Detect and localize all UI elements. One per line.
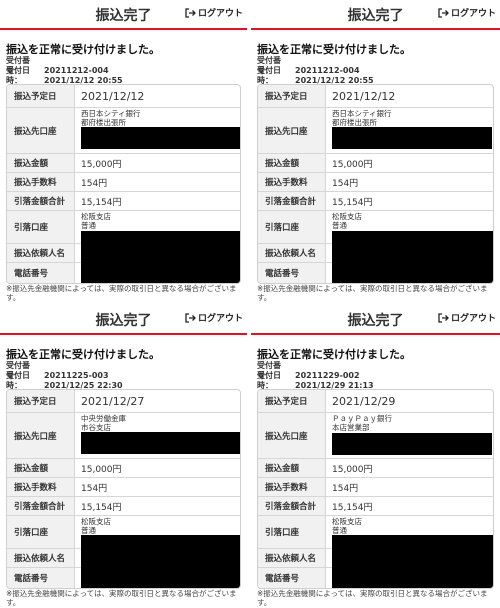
redacted-block xyxy=(332,127,492,149)
table-row: 振込先口座 西日本シティ銀行 都府楼出張所 xyxy=(7,108,240,154)
redacted-block xyxy=(332,231,493,283)
transfer-complete-screen-2: 振込完了 ログアウト 振込を正常に受け付けました。 受付番号： 20211212-… xyxy=(251,0,500,304)
table-row: 振込手数料 154円 xyxy=(7,173,240,192)
success-message: 振込を正常に受け付けました。 xyxy=(257,348,411,361)
success-message: 振込を正常に受け付けました。 xyxy=(257,43,411,56)
transfer-details-table: 振込予定日 2021/12/12 振込先口座 西日本シティ銀行 都府楼出張所 振込金額… xyxy=(6,84,241,284)
table-row: 振込先口座 中央労働金庫 市谷支店 xyxy=(7,413,240,459)
table-row: 振込予定日 2021/12/29 xyxy=(258,390,493,413)
logout-icon xyxy=(185,312,196,323)
transfer-complete-screen-1: 振込完了 ログアウト 振込を正常に受け付けました。 受付番号： 20211212-… xyxy=(0,0,247,304)
receipt-datetime: 受付日時： 2021/12/12 20:55 xyxy=(6,66,123,85)
table-row: 振込金額 15,000円 xyxy=(7,154,240,173)
logout-button[interactable]: ログアウト xyxy=(185,311,243,324)
logout-button[interactable]: ログアウト xyxy=(438,6,496,19)
footnote: ※振込先金融機関によっては、実際の取引日と異なる場合がございます。 xyxy=(6,284,237,302)
redacted-block xyxy=(332,433,492,455)
logout-icon xyxy=(438,312,449,323)
logout-icon xyxy=(185,7,196,18)
header-bar: 振込完了 ログアウト xyxy=(251,0,500,30)
table-row: 引落金額合計 15,154円 xyxy=(258,497,493,516)
redacted-block xyxy=(81,535,240,588)
table-row: 振込予定日 2021/12/12 xyxy=(7,85,240,108)
table-row: 振込手数料 154円 xyxy=(258,173,493,192)
receipt-datetime: 受付日時： 2021/12/12 20:55 xyxy=(257,66,374,85)
table-row: 振込先口座 ＰａｙＰａｙ銀行 本店営業部 xyxy=(258,413,493,459)
logout-button[interactable]: ログアウト xyxy=(438,311,496,324)
header-bar: 振込完了 ログアウト xyxy=(0,305,247,335)
table-row: 引落金額合計 15,154円 xyxy=(7,192,240,211)
table-row: 引落金額合計 15,154円 xyxy=(258,192,493,211)
logout-label: ログアウト xyxy=(450,9,496,19)
footnote: ※振込先金融機関によっては、実際の取引日と異なる場合がございます。 xyxy=(257,284,488,302)
table-row: 振込金額 15,000円 xyxy=(258,154,493,173)
transfer-complete-screen-3: 振込完了 ログアウト 振込を正常に受け付けました。 受付番号： 20211225-… xyxy=(0,305,247,608)
redacted-block xyxy=(332,535,493,588)
transfer-details-table: 振込予定日 2021/12/12 振込先口座 西日本シティ銀行 都府楼出張所 振込金額… xyxy=(257,84,494,284)
receipt-datetime: 受付日時： 2021/12/25 22:30 xyxy=(6,371,123,390)
redacted-block xyxy=(81,231,240,283)
transfer-complete-screen-4: 振込完了 ログアウト 振込を正常に受け付けました。 受付番号： 20211229-… xyxy=(251,305,500,608)
footnote: ※振込先金融機関によっては、実際の取引日と異なる場合がございます。 xyxy=(6,589,237,607)
redacted-block xyxy=(81,432,240,454)
logout-button[interactable]: ログアウト xyxy=(185,6,243,19)
table-row: 振込手数料 154円 xyxy=(7,478,240,497)
logout-label: ログアウト xyxy=(450,314,496,324)
success-message: 振込を正常に受け付けました。 xyxy=(6,43,160,56)
table-row: 引落金額合計 15,154円 xyxy=(7,497,240,516)
receipt-datetime: 受付日時： 2021/12/29 21:13 xyxy=(257,371,374,390)
logout-icon xyxy=(438,7,449,18)
table-row: 振込予定日 2021/12/12 xyxy=(258,85,493,108)
logout-label: ログアウト xyxy=(197,9,243,19)
table-row: 振込手数料 154円 xyxy=(258,478,493,497)
transfer-details-table: 振込予定日 2021/12/27 振込先口座 中央労働金庫 市谷支店 振込金額 15,0… xyxy=(6,389,241,589)
transfer-details-table: 振込予定日 2021/12/29 振込先口座 ＰａｙＰａｙ銀行 本店営業部 振込金額 1… xyxy=(257,389,494,589)
redacted-block xyxy=(81,127,240,149)
table-row: 振込予定日 2021/12/27 xyxy=(7,390,240,413)
header-bar: 振込完了 ログアウト xyxy=(251,305,500,335)
footnote: ※振込先金融機関によっては、実際の取引日と異なる場合がございます。 xyxy=(257,589,488,607)
table-row: 振込先口座 西日本シティ銀行 都府楼出張所 xyxy=(258,108,493,154)
table-row: 振込金額 15,000円 xyxy=(258,459,493,478)
success-message: 振込を正常に受け付けました。 xyxy=(6,348,160,361)
logout-label: ログアウト xyxy=(197,314,243,324)
header-bar: 振込完了 ログアウト xyxy=(0,0,247,30)
table-row: 振込金額 15,000円 xyxy=(7,459,240,478)
